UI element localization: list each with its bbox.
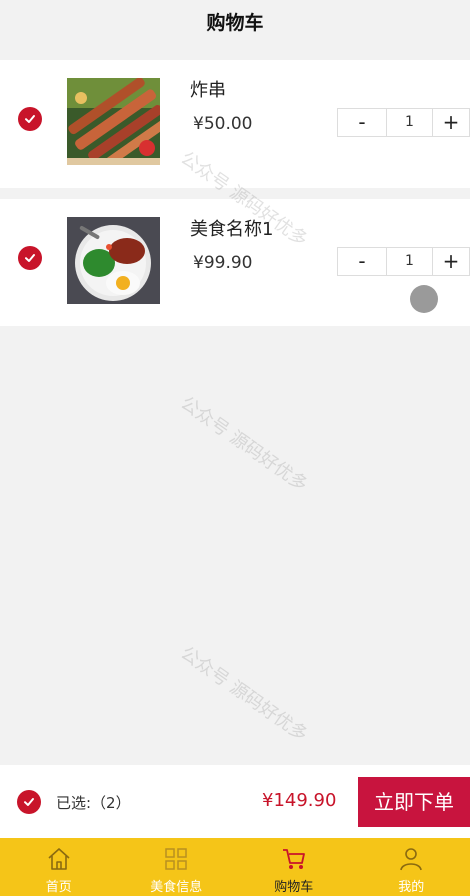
tab-food-info[interactable]: 美食信息 bbox=[118, 838, 236, 896]
quantity-value[interactable]: 1 bbox=[386, 248, 433, 275]
tab-label: 我的 bbox=[398, 880, 425, 895]
select-all-checkbox[interactable] bbox=[17, 790, 41, 814]
checkmark-icon bbox=[25, 254, 35, 262]
place-order-button[interactable]: 立即下单 bbox=[358, 777, 470, 827]
cart-icon bbox=[282, 849, 305, 869]
increase-button[interactable]: + bbox=[433, 248, 469, 275]
tab-label: 首页 bbox=[45, 880, 72, 895]
page-title: 购物车 bbox=[206, 12, 264, 34]
top-bar: 购物车 bbox=[0, 0, 470, 44]
checkmark-icon bbox=[24, 798, 34, 806]
touch-indicator bbox=[410, 285, 438, 313]
grid-icon bbox=[165, 848, 187, 870]
total-price: ¥149.90 bbox=[262, 790, 337, 811]
quantity-stepper: - 1 + bbox=[337, 108, 470, 137]
checkmark-icon bbox=[25, 115, 35, 123]
increase-button[interactable]: + bbox=[433, 109, 469, 136]
item-checkbox[interactable] bbox=[18, 246, 42, 270]
item-price: ¥50.00 bbox=[193, 114, 253, 134]
item-name: 炸串 bbox=[190, 80, 226, 101]
selected-count: 已选:（2） bbox=[56, 794, 131, 812]
item-image[interactable] bbox=[67, 217, 160, 304]
tab-label: 购物车 bbox=[274, 880, 314, 895]
home-icon bbox=[48, 848, 70, 870]
item-name: 美食名称1 bbox=[190, 219, 274, 240]
bottom-tab-bar: 首页 美食信息 购物车 我的 bbox=[0, 838, 470, 896]
tab-profile[interactable]: 我的 bbox=[353, 838, 470, 896]
cart-item: 炸串 ¥50.00 - 1 + bbox=[0, 60, 470, 188]
item-checkbox[interactable] bbox=[18, 107, 42, 131]
decrease-button[interactable]: - bbox=[338, 109, 386, 136]
tab-home[interactable]: 首页 bbox=[0, 838, 118, 896]
user-icon bbox=[400, 848, 423, 871]
cart-item: 美食名称1 ¥99.90 - 1 + bbox=[0, 199, 470, 326]
watermark: 公众号 源码好优多 bbox=[176, 392, 312, 496]
tab-label: 美食信息 bbox=[150, 880, 203, 895]
item-image[interactable] bbox=[67, 78, 160, 165]
item-price: ¥99.90 bbox=[193, 253, 253, 273]
tab-cart[interactable]: 购物车 bbox=[235, 838, 353, 896]
quantity-value[interactable]: 1 bbox=[386, 109, 433, 136]
decrease-button[interactable]: - bbox=[338, 248, 386, 275]
watermark: 公众号 源码好优多 bbox=[176, 642, 312, 746]
checkout-bar: 已选:（2） ¥149.90 立即下单 bbox=[0, 765, 470, 838]
quantity-stepper: - 1 + bbox=[337, 247, 470, 276]
